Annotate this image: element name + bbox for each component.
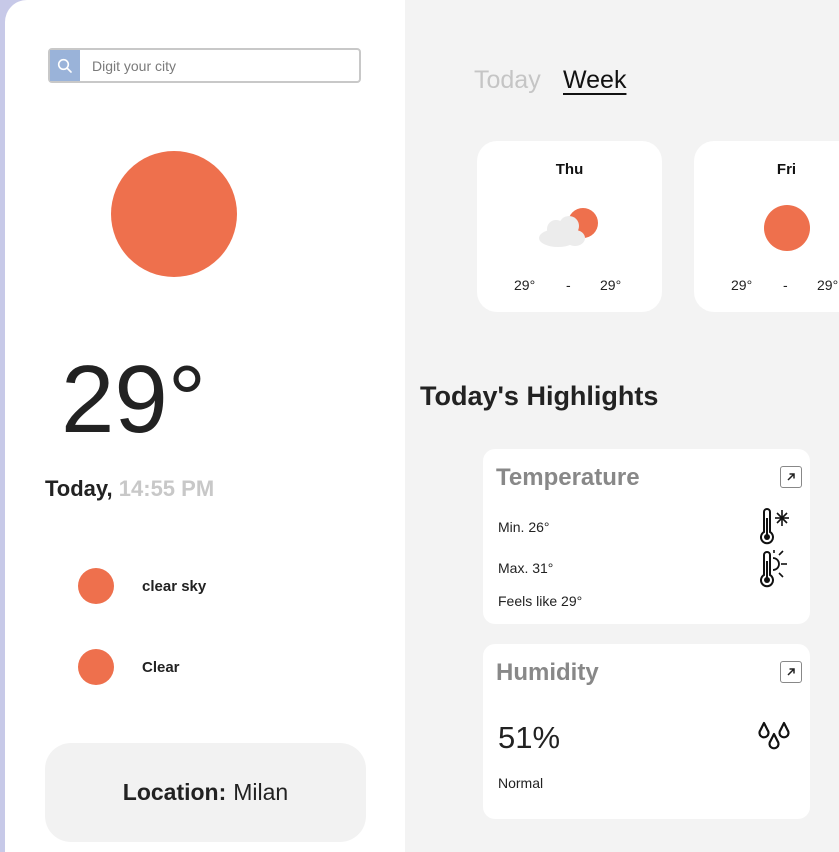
- thermometer-hot-icon: [760, 550, 787, 588]
- day-max: 29°: [600, 277, 622, 293]
- condition-item: clear sky: [78, 568, 206, 604]
- min-temp-label: Min.: [498, 519, 525, 535]
- forecast-panel: Today Week Thu 29° - 29° Fri 29° - 29° T…: [405, 0, 839, 852]
- day-label: Today,: [45, 476, 113, 501]
- temperature-card: Temperature Min. 26° Max. 31° Feels like…: [483, 449, 810, 624]
- day-card-fri[interactable]: Fri 29° - 29°: [694, 141, 839, 312]
- min-temp-value: 26°: [528, 519, 550, 535]
- location-card: Location: Milan: [45, 743, 366, 842]
- condition-label: clear sky: [142, 577, 207, 595]
- expand-icon: [787, 668, 795, 676]
- humidity-card: Humidity 51% Normal: [483, 644, 810, 819]
- day-name: Fri: [776, 161, 797, 178]
- feels-like: Feels like 29°: [498, 593, 582, 609]
- max-temp: Max. 31°: [498, 560, 553, 576]
- city-search-input[interactable]: [80, 50, 359, 81]
- sun-icon: [764, 205, 810, 251]
- thermometer-cold-icon: [760, 508, 789, 545]
- search-icon: [57, 58, 72, 73]
- expand-button[interactable]: [780, 466, 802, 488]
- feels-like-value: 29°: [561, 593, 583, 609]
- humidity-value: 51%: [498, 720, 561, 755]
- day-name: Thu: [555, 161, 584, 178]
- search-button[interactable]: [50, 50, 80, 81]
- day-sep: -: [566, 277, 571, 293]
- humidity-status: Normal: [498, 775, 544, 791]
- droplets-icon: [758, 721, 790, 750]
- max-temp-label: Max.: [498, 560, 529, 576]
- feels-like-label: Feels like: [498, 593, 558, 609]
- current-time: 14:55 PM: [118, 476, 215, 501]
- city-search: [48, 48, 361, 83]
- condition-label: Clear: [142, 658, 180, 676]
- day-max: 29°: [817, 277, 839, 293]
- expand-button[interactable]: [780, 661, 802, 683]
- day-card-thu[interactable]: Thu 29° - 29°: [477, 141, 662, 312]
- expand-icon: [787, 473, 795, 481]
- day-min: 29°: [514, 277, 536, 293]
- current-temperature: 29°: [61, 346, 207, 453]
- tab-today[interactable]: Today: [474, 66, 541, 95]
- day-min: 29°: [731, 277, 753, 293]
- location-label: Location:: [122, 779, 227, 805]
- sun-icon: [111, 151, 237, 277]
- partly-cloudy-icon: [539, 208, 598, 247]
- highlights-title: Today's Highlights: [420, 381, 659, 411]
- current-weather-panel: 29° Today, 14:55 PM clear sky Clear Loca…: [5, 0, 405, 852]
- max-temp-value: 31°: [532, 560, 554, 576]
- tab-week[interactable]: Week: [563, 66, 626, 95]
- humidity-title: Humidity: [496, 659, 599, 686]
- current-datetime: Today, 14:55 PM: [45, 476, 214, 502]
- location-value: Milan: [233, 779, 289, 805]
- condition-item: Clear: [78, 649, 180, 685]
- sun-dot-icon: [78, 649, 114, 685]
- temperature-title: Temperature: [496, 464, 640, 491]
- min-temp: Min. 26°: [498, 519, 550, 535]
- day-sep: -: [783, 277, 788, 293]
- sun-dot-icon: [78, 568, 114, 604]
